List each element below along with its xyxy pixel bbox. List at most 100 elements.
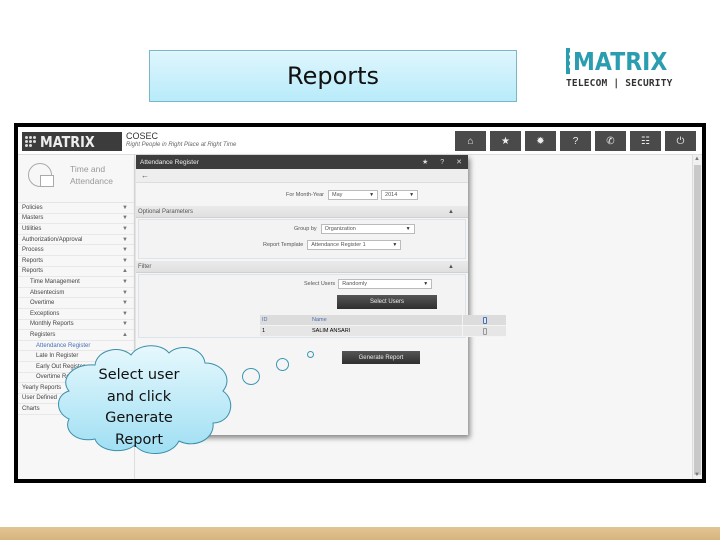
chevron-up-icon[interactable]: ▲ <box>122 268 128 274</box>
sidebar-item-masters[interactable]: Masters ▼ <box>18 214 134 225</box>
power-icon: ⏻ <box>676 135 685 147</box>
chevron-down-icon[interactable]: ▼ <box>122 258 128 264</box>
chevron-down-icon[interactable]: ▼ <box>122 311 128 317</box>
sidebar-item-label: Policies <box>22 204 43 211</box>
sidebar-item-label: Time Management <box>30 278 80 285</box>
contact-button[interactable]: ✆ <box>595 131 626 151</box>
sidebar-item-label: Charts <box>22 406 40 413</box>
callout-text: Select user and click Generate Report <box>98 367 180 448</box>
sidebar-item-policies[interactable]: Policies ▼ <box>18 203 134 214</box>
top-toolbar: ⌂ ★ ✹ ? ✆ ☷ ⏻ <box>455 131 696 151</box>
sidebar-item-authorization-approval[interactable]: Authorization/Approval ▼ <box>18 235 134 246</box>
users-table: ID Name 1 SALIM ANSARI <box>260 315 506 337</box>
chevron-down-icon[interactable]: ▼ <box>122 215 128 221</box>
app-header: MATRIX COSEC Right People in Right Place… <box>18 127 702 155</box>
home-icon: ⌂ <box>467 135 474 147</box>
dropdown-caret-icon: ▼ <box>405 226 411 232</box>
close-icon[interactable]: ✕ <box>456 158 462 166</box>
sidebar-item-reports[interactable]: Reports ▼ <box>18 256 134 267</box>
select-users-row: Select Users Randomly ▼ <box>304 279 433 289</box>
star-icon[interactable]: ★ <box>422 158 428 166</box>
settings-button[interactable]: ✹ <box>525 131 556 151</box>
chevron-down-icon[interactable]: ▼ <box>122 300 128 306</box>
collapse-icon[interactable]: ▲ <box>448 264 454 270</box>
sidebar-item-reports[interactable]: Reports ▲ <box>18 267 134 278</box>
select-users-dropdown[interactable]: Randomly ▼ <box>338 279 433 289</box>
footer-strip <box>0 527 720 540</box>
sidebar-item-label: Reports <box>22 257 44 264</box>
brand-logo: MATRIX TELECOM | SECURITY <box>566 47 680 95</box>
sidebar-item-registers[interactable]: Registers ▲ <box>18 330 134 341</box>
chevron-down-icon[interactable]: ▼ <box>122 290 128 296</box>
scroll-up-icon[interactable]: ▲ <box>694 156 700 162</box>
modules-button[interactable]: ☷ <box>630 131 661 151</box>
dropdown-caret-icon: ▼ <box>392 242 398 248</box>
scrollbar-thumb[interactable] <box>694 165 701 475</box>
module-time-attendance[interactable]: Time and Attendance <box>18 155 134 203</box>
app-tagline: Right People in Right Place at Right Tim… <box>126 142 237 148</box>
chevron-down-icon[interactable]: ▼ <box>122 226 128 232</box>
brand-tagline: TELECOM | SECURITY <box>566 78 673 89</box>
chevron-down-icon[interactable]: ▼ <box>122 247 128 253</box>
dialog-title: Attendance Register <box>140 158 199 166</box>
dropdown-caret-icon: ▼ <box>409 192 415 198</box>
sidebar-item-label: Overtime <box>30 300 55 307</box>
sidebar-item-label: Monthly Reports <box>30 321 74 328</box>
sidebar-item-monthly-reports[interactable]: Monthly Reports ▼ <box>18 320 134 331</box>
sidebar-item-label: User Defined <box>22 395 58 402</box>
col-name[interactable]: Name <box>312 317 462 323</box>
sidebar-item-label: Exceptions <box>30 310 60 317</box>
app-logo[interactable]: MATRIX <box>22 132 122 151</box>
logout-button[interactable]: ⏻ <box>665 131 696 151</box>
sidebar-item-exceptions[interactable]: Exceptions ▼ <box>18 309 134 320</box>
sidebar-item-absentecism[interactable]: Absentecism ▼ <box>18 288 134 299</box>
month-select[interactable]: May ▼ <box>328 190 379 200</box>
favorites-button[interactable]: ★ <box>490 131 521 151</box>
sidebar-item-label: Masters <box>22 215 44 222</box>
chevron-down-icon[interactable]: ▼ <box>122 205 128 211</box>
phone-icon: ✆ <box>606 135 615 147</box>
col-id[interactable]: ID <box>260 317 312 323</box>
slide: Reports MATRIX TELECOM | SECURITY MATRIX… <box>0 0 720 540</box>
module-label: Time and Attendance <box>70 164 114 186</box>
year-select[interactable]: 2014 ▼ <box>381 190 419 200</box>
group-by-select[interactable]: Organization ▼ <box>320 224 415 234</box>
chevron-up-icon[interactable]: ▲ <box>122 332 128 338</box>
chevron-down-icon[interactable]: ▼ <box>122 237 128 243</box>
dropdown-caret-icon: ▼ <box>369 192 375 198</box>
select-users-button[interactable]: Select Users <box>337 295 437 309</box>
month-year-row: For Month-Year May ▼ 2014 ▼ <box>286 190 419 200</box>
dropdown-caret-icon: ▼ <box>423 281 429 287</box>
filter-header[interactable]: Filter ▲ <box>136 261 468 273</box>
page-scrollbar[interactable]: ▲ ▼ <box>692 155 702 479</box>
help-button[interactable]: ? <box>560 131 591 151</box>
sidebar-item-label: Absentecism <box>30 289 65 296</box>
scroll-down-icon[interactable]: ▼ <box>694 472 700 478</box>
arrow-left-icon: ← <box>141 171 149 180</box>
report-template-row: Report Template Attendance Register 1 ▼ <box>263 240 402 250</box>
home-button[interactable]: ⌂ <box>455 131 486 151</box>
chevron-down-icon[interactable]: ▼ <box>122 279 128 285</box>
sidebar-item-process[interactable]: Process ▼ <box>18 245 134 256</box>
sidebar-item-overtime[interactable]: Overtime ▼ <box>18 298 134 309</box>
matrix-dots-icon <box>22 132 40 151</box>
sidebar-item-time-management[interactable]: Time Management ▼ <box>18 277 134 288</box>
table-header: ID Name <box>260 315 506 326</box>
sidebar-item-label: Authorization/Approval <box>22 236 83 243</box>
chevron-down-icon[interactable]: ▼ <box>122 321 128 327</box>
generate-report-button[interactable]: Generate Report <box>342 351 420 364</box>
matrix-dots-icon <box>566 48 585 74</box>
slide-title: Reports <box>149 50 517 102</box>
callout-cloud: Select user and click Generate Report <box>55 343 238 458</box>
star-icon: ★ <box>501 135 510 147</box>
delete-row-icon[interactable] <box>482 327 487 335</box>
brand-name: MATRIX <box>572 46 668 76</box>
collapse-icon[interactable]: ▲ <box>448 209 454 215</box>
back-button[interactable]: ← <box>136 169 468 183</box>
report-template-select[interactable]: Attendance Register 1 ▼ <box>307 240 402 250</box>
help-icon: ? <box>572 135 579 147</box>
delete-all-icon[interactable] <box>482 316 487 324</box>
optional-parameters-header[interactable]: Optional Parameters ▲ <box>136 206 468 218</box>
sidebar-item-utilities[interactable]: Utilities ▼ <box>18 224 134 235</box>
help-icon[interactable]: ? <box>440 159 444 166</box>
